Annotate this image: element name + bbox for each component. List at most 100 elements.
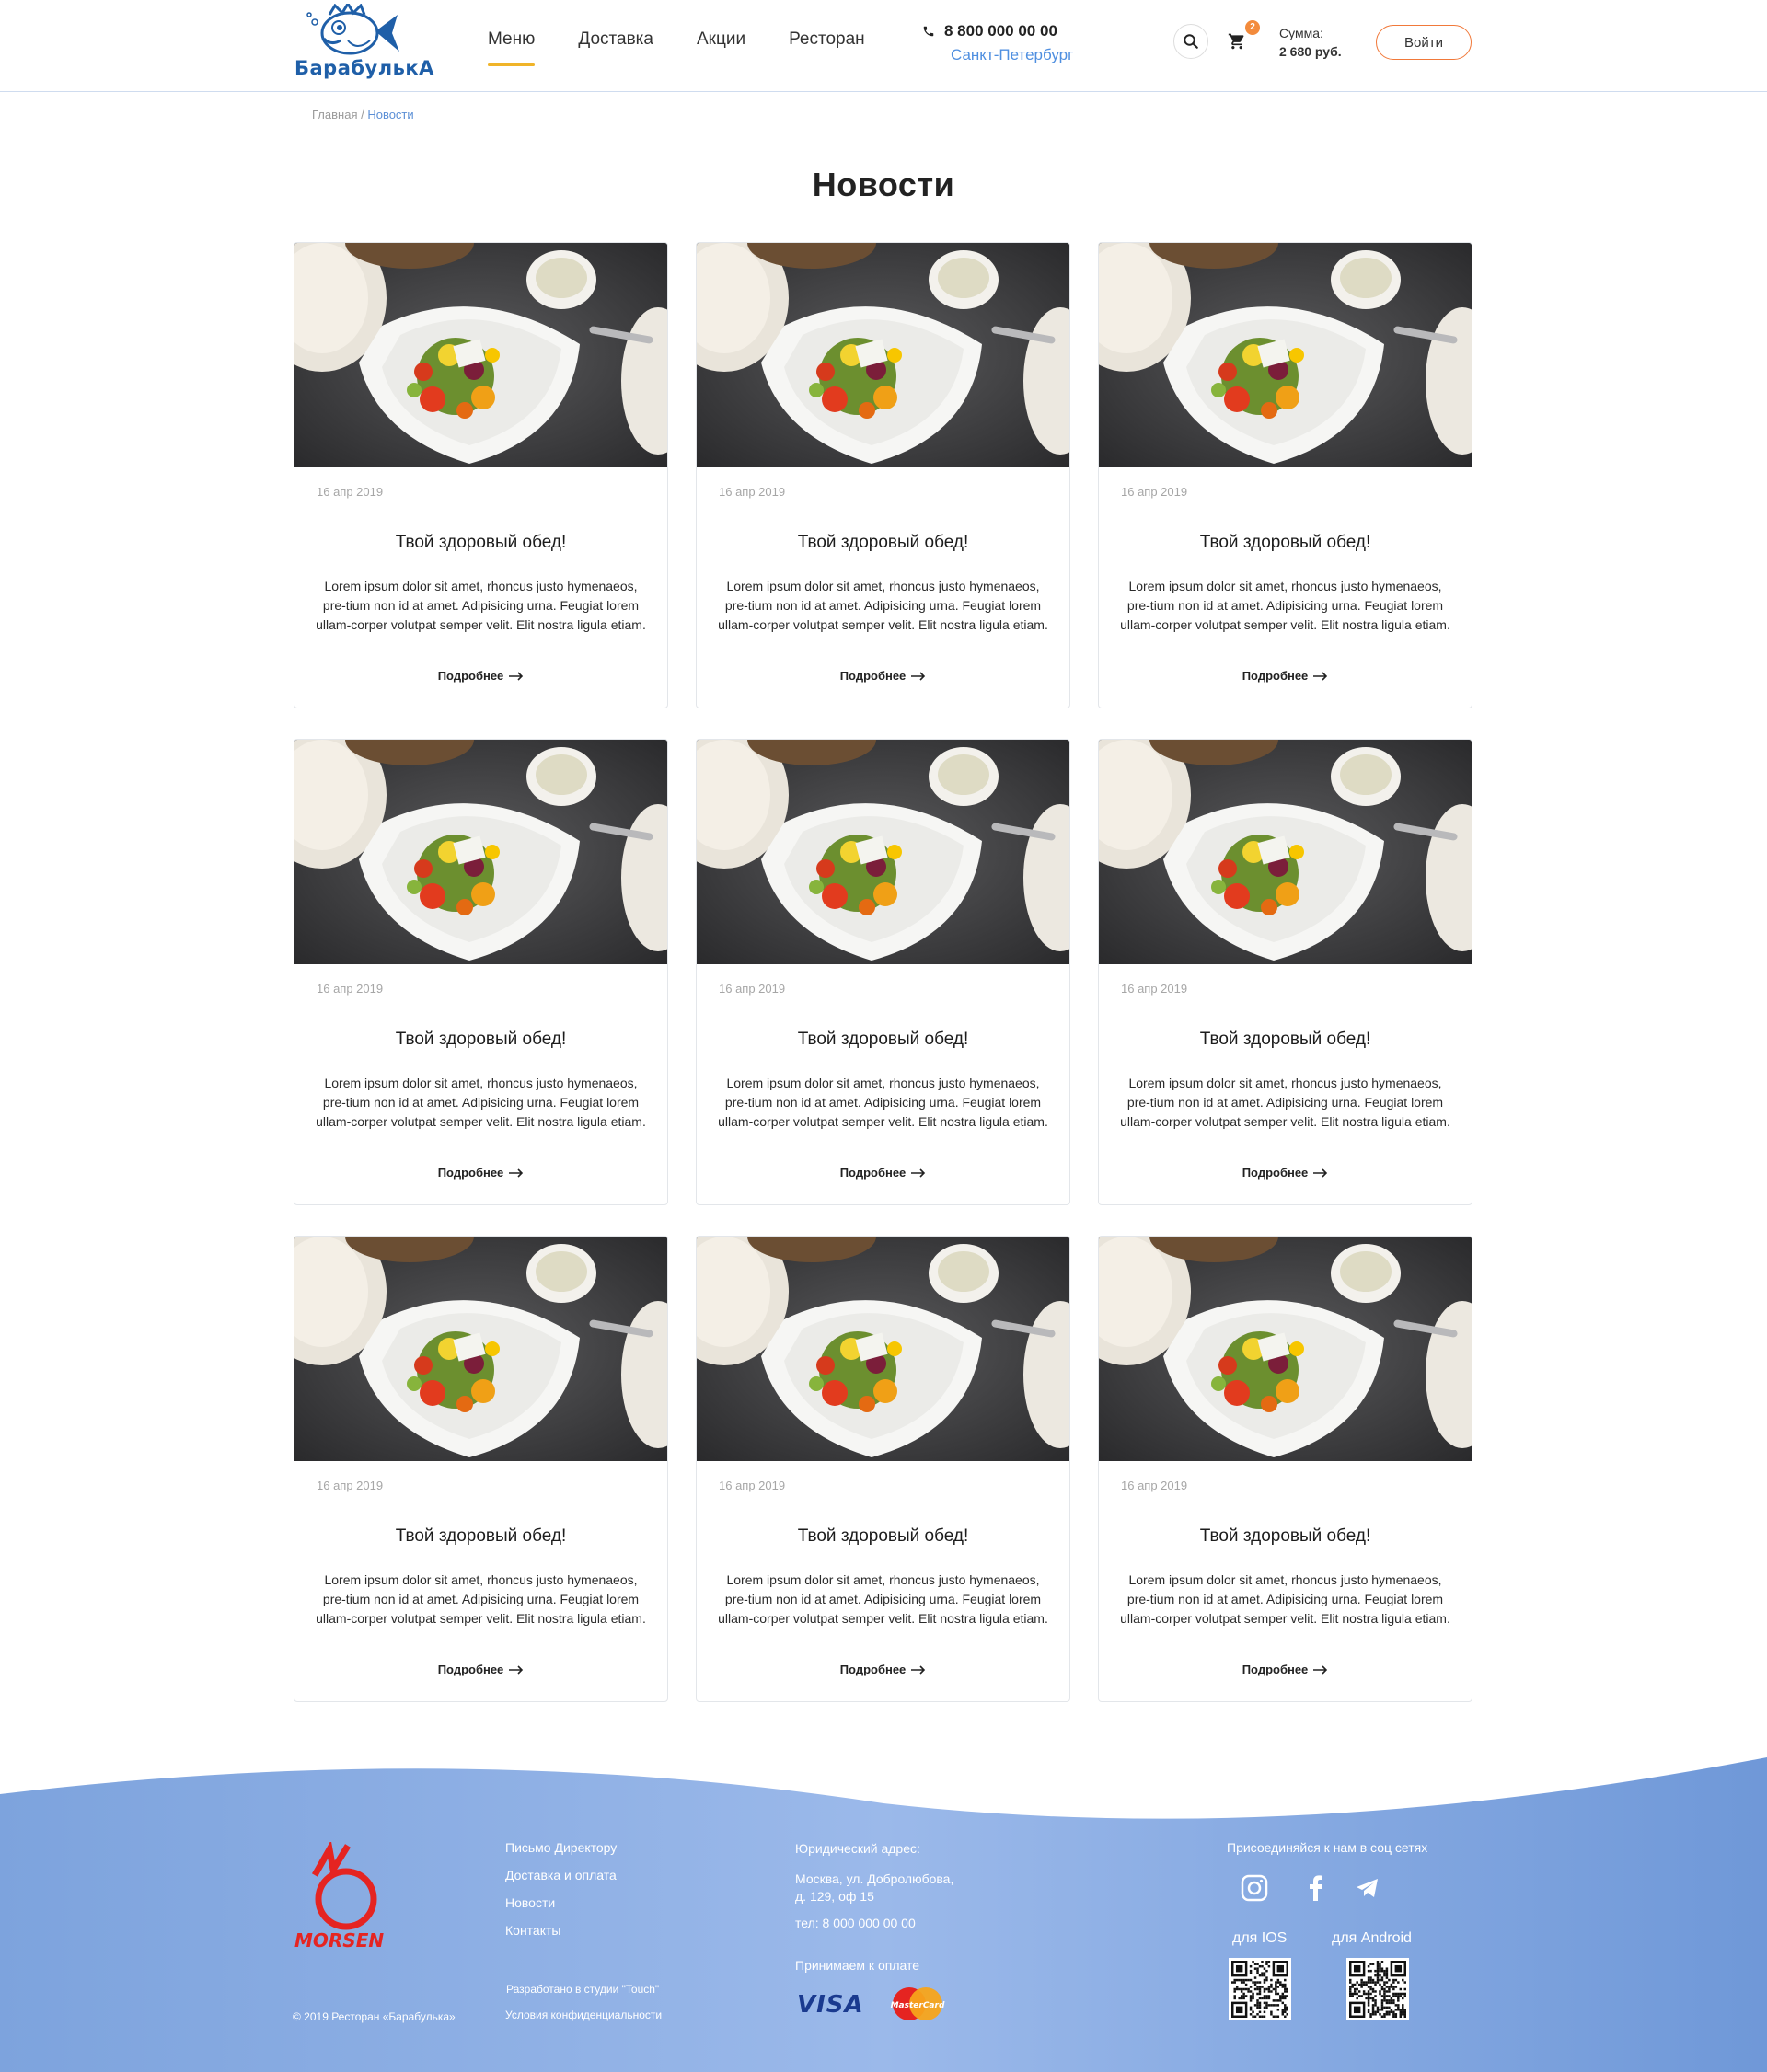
- news-card-image[interactable]: [294, 740, 667, 964]
- news-card: 16 апр 2019 Твой здоровый обед! Lorem ip…: [696, 739, 1070, 1205]
- instagram-link[interactable]: [1240, 1873, 1269, 1903]
- news-card: 16 апр 2019 Твой здоровый обед! Lorem ip…: [294, 242, 668, 708]
- food-photo-image: [1099, 243, 1472, 467]
- copyright: © 2019 Ресторан «Барабулька»: [293, 2010, 456, 2023]
- legal-address: Юридический адрес: Москва, ул. Добролюбо…: [795, 1840, 953, 1932]
- address-line-1: Москва, ул. Добролюбова,: [795, 1871, 954, 1886]
- news-card: 16 апр 2019 Твой здоровый обед! Lorem ip…: [1098, 739, 1472, 1205]
- news-card-image[interactable]: [1099, 243, 1472, 467]
- arrow-right-icon: [911, 1168, 926, 1178]
- footer-link-contacts[interactable]: Контакты: [505, 1923, 617, 1938]
- news-card-image[interactable]: [294, 243, 667, 467]
- news-text: Lorem ipsum dolor sit amet, rhoncus just…: [1120, 1076, 1450, 1129]
- breadcrumb-home[interactable]: Главная: [312, 108, 357, 121]
- news-card-image[interactable]: [1099, 1237, 1472, 1461]
- news-text: Lorem ipsum dolor sit amet, rhoncus just…: [718, 1572, 1048, 1626]
- read-more-link[interactable]: Подробнее: [1099, 669, 1472, 683]
- visa-logo: VISA: [797, 1991, 864, 2019]
- news-title[interactable]: Твой здоровый обед!: [294, 533, 667, 553]
- news-title[interactable]: Твой здоровый обед!: [1099, 533, 1472, 553]
- morsen-logo-image: MORSEN: [294, 1839, 384, 1951]
- news-card-image[interactable]: [697, 740, 1069, 964]
- qr-code-android[interactable]: [1346, 1958, 1409, 2020]
- read-more-link[interactable]: Подробнее: [697, 1166, 1069, 1180]
- news-grid: 16 апр 2019 Твой здоровый обед! Lorem ip…: [294, 242, 1473, 1702]
- address-line-2: д. 129, оф 15: [795, 1889, 874, 1904]
- privacy-link[interactable]: Условия конфиденциальности: [505, 2009, 662, 2021]
- nav-item-menu[interactable]: Меню: [488, 29, 536, 66]
- news-title[interactable]: Твой здоровый обед!: [1099, 1526, 1472, 1547]
- read-more-link[interactable]: Подробнее: [294, 1166, 667, 1180]
- facebook-link[interactable]: [1301, 1873, 1331, 1903]
- telegram-link[interactable]: [1353, 1873, 1382, 1903]
- cart-button[interactable]: 2: [1219, 20, 1260, 59]
- arrow-right-icon: [911, 1664, 926, 1675]
- news-text: Lorem ipsum dolor sit amet, rhoncus just…: [1120, 1572, 1450, 1626]
- city-selector[interactable]: Санкт-Петербург: [951, 46, 1073, 64]
- news-card: 16 апр 2019 Твой здоровый обед! Lorem ip…: [696, 242, 1070, 708]
- phone-icon: [923, 26, 934, 37]
- food-photo-image: [1099, 740, 1472, 964]
- news-card: 16 апр 2019 Твой здоровый обед! Lorem ip…: [1098, 1236, 1472, 1702]
- read-more-label: Подробнее: [1242, 669, 1309, 683]
- android-label: для Android: [1332, 1930, 1412, 1946]
- developer-credit[interactable]: Разработано в студии "Touch": [506, 1983, 659, 1996]
- news-title[interactable]: Твой здоровый обед!: [697, 1030, 1069, 1050]
- news-text: Lorem ipsum dolor sit amet, rhoncus just…: [718, 579, 1048, 632]
- news-title[interactable]: Твой здоровый обед!: [294, 1030, 667, 1050]
- read-more-link[interactable]: Подробнее: [1099, 1166, 1472, 1180]
- read-more-link[interactable]: Подробнее: [1099, 1663, 1472, 1676]
- nav-item-promotions[interactable]: Акции: [697, 29, 745, 66]
- footer-links: Письмо Директору Доставка и оплата Новос…: [505, 1840, 617, 1951]
- news-text: Lorem ipsum dolor sit amet, rhoncus just…: [316, 579, 646, 632]
- news-card-image[interactable]: [294, 1237, 667, 1461]
- arrow-right-icon: [509, 1168, 524, 1178]
- news-title[interactable]: Твой здоровый обед!: [294, 1526, 667, 1547]
- read-more-label: Подробнее: [437, 1166, 504, 1180]
- address-label: Юридический адрес:: [795, 1841, 920, 1856]
- footer-link-delivery[interactable]: Доставка и оплата: [505, 1868, 617, 1882]
- news-card-image[interactable]: [1099, 740, 1472, 964]
- news-date: 16 апр 2019: [1121, 1479, 1188, 1492]
- read-more-link[interactable]: Подробнее: [294, 669, 667, 683]
- cart-sum-label: Сумма:: [1279, 26, 1323, 40]
- read-more-label: Подробнее: [839, 1166, 907, 1180]
- qr-code-ios[interactable]: [1229, 1958, 1291, 2020]
- read-more-link[interactable]: Подробнее: [294, 1663, 667, 1676]
- news-card-image[interactable]: [697, 1237, 1069, 1461]
- morsen-logo[interactable]: MORSEN: [293, 1839, 396, 1951]
- barabulka-logo[interactable]: БарабулькА: [293, 1, 433, 83]
- footer-link-news[interactable]: Новости: [505, 1895, 617, 1910]
- ios-label: для IOS: [1232, 1930, 1288, 1946]
- food-photo-image: [697, 1237, 1069, 1461]
- footer-link-director[interactable]: Письмо Директору: [505, 1840, 617, 1855]
- read-more-label: Подробнее: [839, 669, 907, 683]
- breadcrumb-current: Новости: [367, 108, 414, 121]
- arrow-right-icon: [509, 1664, 524, 1675]
- food-photo-image: [294, 1237, 667, 1461]
- qr-code-icon: [1349, 1961, 1406, 2018]
- search-button[interactable]: [1173, 24, 1208, 59]
- page-title: Новости: [812, 166, 955, 203]
- nav-item-delivery[interactable]: Доставка: [578, 29, 653, 66]
- breadcrumb-separator: /: [357, 108, 368, 121]
- news-title[interactable]: Твой здоровый обед!: [697, 1526, 1069, 1547]
- login-button[interactable]: Войти: [1376, 25, 1472, 60]
- news-card-image[interactable]: [697, 243, 1069, 467]
- telegram-icon: [1357, 1879, 1378, 1897]
- news-date: 16 апр 2019: [719, 485, 786, 499]
- read-more-link[interactable]: Подробнее: [697, 1663, 1069, 1676]
- phone-link[interactable]: 8 800 000 00 00: [922, 22, 1057, 40]
- news-text: Lorem ipsum dolor sit amet, rhoncus just…: [316, 1076, 646, 1129]
- food-photo-image: [697, 243, 1069, 467]
- news-title[interactable]: Твой здоровый обед!: [1099, 1030, 1472, 1050]
- news-date: 16 апр 2019: [317, 1479, 384, 1492]
- read-more-label: Подробнее: [437, 669, 504, 683]
- news-card: 16 апр 2019 Твой здоровый обед! Lorem ip…: [1098, 242, 1472, 708]
- read-more-link[interactable]: Подробнее: [697, 669, 1069, 683]
- site-header: БарабулькА Меню Доставка Акции Ресторан …: [0, 0, 1767, 92]
- facebook-icon: [1310, 1875, 1322, 1901]
- nav-item-restaurant[interactable]: Ресторан: [789, 29, 865, 66]
- news-title[interactable]: Твой здоровый обед!: [697, 533, 1069, 553]
- read-more-label: Подробнее: [839, 1663, 907, 1676]
